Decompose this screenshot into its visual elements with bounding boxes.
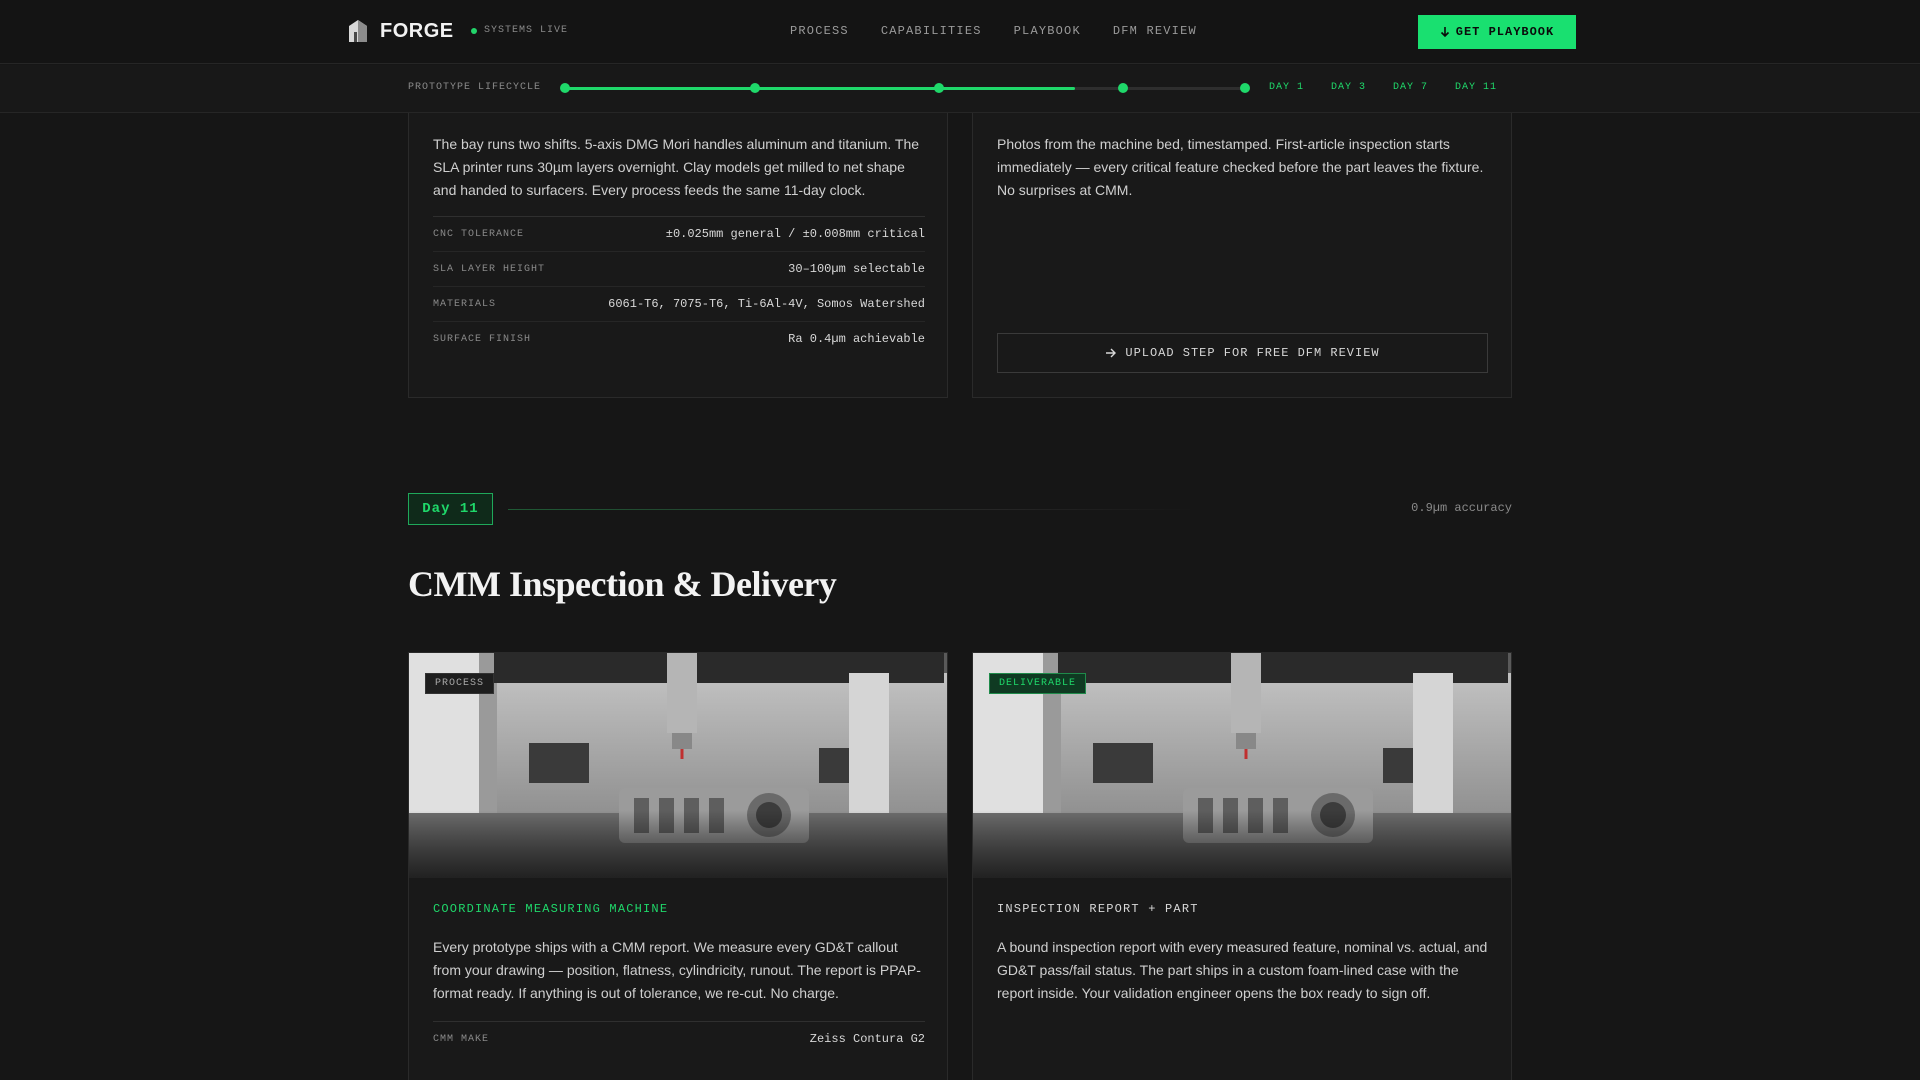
spec-value: 6061-T6, 7075-T6, Ti-6Al-4V, Somos Water… xyxy=(608,297,925,311)
machine-photos-card: Photos from the machine bed, timestamped… xyxy=(972,113,1512,398)
upload-step-label: UPLOAD STEP FOR FREE DFM REVIEW xyxy=(1125,346,1380,360)
brand-name: FORGE xyxy=(380,19,454,42)
lifecycle-milestone-dot xyxy=(1117,83,1128,93)
spec-row: MATERIALS 6061-T6, 7075-T6, Ti-6Al-4V, S… xyxy=(433,286,925,321)
inspection-photo: DELIVERABLE xyxy=(973,653,1511,878)
forge-logo-icon xyxy=(349,20,367,42)
spec-key: SLA LAYER HEIGHT xyxy=(433,263,546,275)
nav-link-dfm-review[interactable]: DFM REVIEW xyxy=(1113,24,1197,38)
day-3-marker[interactable]: DAY 3 xyxy=(1331,82,1366,93)
card-description: A bound inspection report with every mea… xyxy=(997,939,1488,1001)
shop-floor-card: The bay runs two shifts. 5-axis DMG Mori… xyxy=(408,113,948,398)
nav-link-capabilities[interactable]: CAPABILITIES xyxy=(881,24,982,38)
accuracy-label: 0.9µm accuracy xyxy=(1411,501,1512,515)
nav-link-process[interactable]: PROCESS xyxy=(790,24,849,38)
cmm-process-card: PROCESS COORDINATE MEASURING MACHINE Eve… xyxy=(408,652,948,1080)
spec-key: MATERIALS xyxy=(433,298,497,310)
process-tag: PROCESS xyxy=(425,673,495,694)
get-playbook-label: GET PLAYBOOK xyxy=(1455,25,1555,39)
spec-row: SURFACE FINISH Ra 0.4µm achievable xyxy=(433,321,925,356)
system-status: SYSTEMS LIVE xyxy=(471,25,568,36)
spec-key: SURFACE FINISH xyxy=(433,333,532,345)
lifecycle-bar: PROTOTYPE LIFECYCLE DAY 1 DAY 3 DAY 7 DA… xyxy=(0,65,1920,113)
shop-floor-description: The bay runs two shifts. 5-axis DMG Mori… xyxy=(433,136,920,198)
brand[interactable]: FORGE xyxy=(348,19,454,43)
upload-step-button[interactable]: UPLOAD STEP FOR FREE DFM REVIEW xyxy=(997,333,1488,373)
lifecycle-track xyxy=(560,83,1250,93)
spec-value: Zeiss Contura G2 xyxy=(809,1032,925,1046)
day-7-marker[interactable]: DAY 7 xyxy=(1393,82,1428,93)
inspection-deliverable-card: DELIVERABLE INSPECTION REPORT + PART A b… xyxy=(972,652,1512,1080)
section-divider xyxy=(508,509,1198,510)
download-arrow-icon xyxy=(1440,27,1449,38)
card-description: Every prototype ships with a CMM report.… xyxy=(433,939,921,1001)
spec-value: 30–100µm selectable xyxy=(788,262,925,276)
lifecycle-days: DAY 1 DAY 3 DAY 7 DAY 11 xyxy=(1269,82,1497,93)
machine-photos-description: Photos from the machine bed, timestamped… xyxy=(997,136,1484,198)
arrow-right-icon xyxy=(1106,348,1117,358)
lifecycle-milestone-dot xyxy=(934,83,944,93)
deliverable-tag: DELIVERABLE xyxy=(989,673,1087,694)
spec-value: ±0.025mm general / ±0.008mm critical xyxy=(665,227,925,241)
status-dot-icon xyxy=(471,27,477,34)
spec-key: CNC TOLERANCE xyxy=(433,228,525,240)
get-playbook-button[interactable]: GET PLAYBOOK xyxy=(1418,15,1576,49)
day-1-marker[interactable]: DAY 1 xyxy=(1269,82,1304,93)
main-nav: PROCESS CAPABILITIES PLAYBOOK DFM REVIEW xyxy=(790,24,1197,38)
day-11-marker[interactable]: DAY 11 xyxy=(1455,82,1497,93)
spec-row: CNC TOLERANCE ±0.025mm general / ±0.008m… xyxy=(433,216,925,251)
top-nav: FORGE SYSTEMS LIVE PROCESS CAPABILITIES … xyxy=(0,0,1920,64)
status-text: SYSTEMS LIVE xyxy=(484,25,569,36)
cmm-machine-photo: PROCESS xyxy=(409,653,947,878)
card-heading: COORDINATE MEASURING MACHINE xyxy=(433,902,669,916)
spec-key: CMM MAKE xyxy=(433,1033,490,1045)
spec-row: SLA LAYER HEIGHT 30–100µm selectable xyxy=(433,251,925,286)
lifecycle-milestone-dot xyxy=(1240,83,1250,93)
spec-table: CMM MAKE Zeiss Contura G2 xyxy=(433,1021,925,1056)
lifecycle-label: PROTOTYPE LIFECYCLE xyxy=(408,82,542,93)
day-badge: Day 11 xyxy=(408,493,493,525)
spec-table: CNC TOLERANCE ±0.025mm general / ±0.008m… xyxy=(433,216,925,356)
card-heading: INSPECTION REPORT + PART xyxy=(997,902,1199,916)
spec-row: CMM MAKE Zeiss Contura G2 xyxy=(433,1021,925,1056)
nav-link-playbook[interactable]: PLAYBOOK xyxy=(1014,24,1081,38)
spec-value: Ra 0.4µm achievable xyxy=(788,332,925,346)
section-title: CMM Inspection & Delivery xyxy=(408,564,837,604)
lifecycle-progress-fill xyxy=(565,87,1075,90)
lifecycle-milestone-dot xyxy=(750,83,761,93)
lifecycle-milestone-dot xyxy=(560,83,570,93)
